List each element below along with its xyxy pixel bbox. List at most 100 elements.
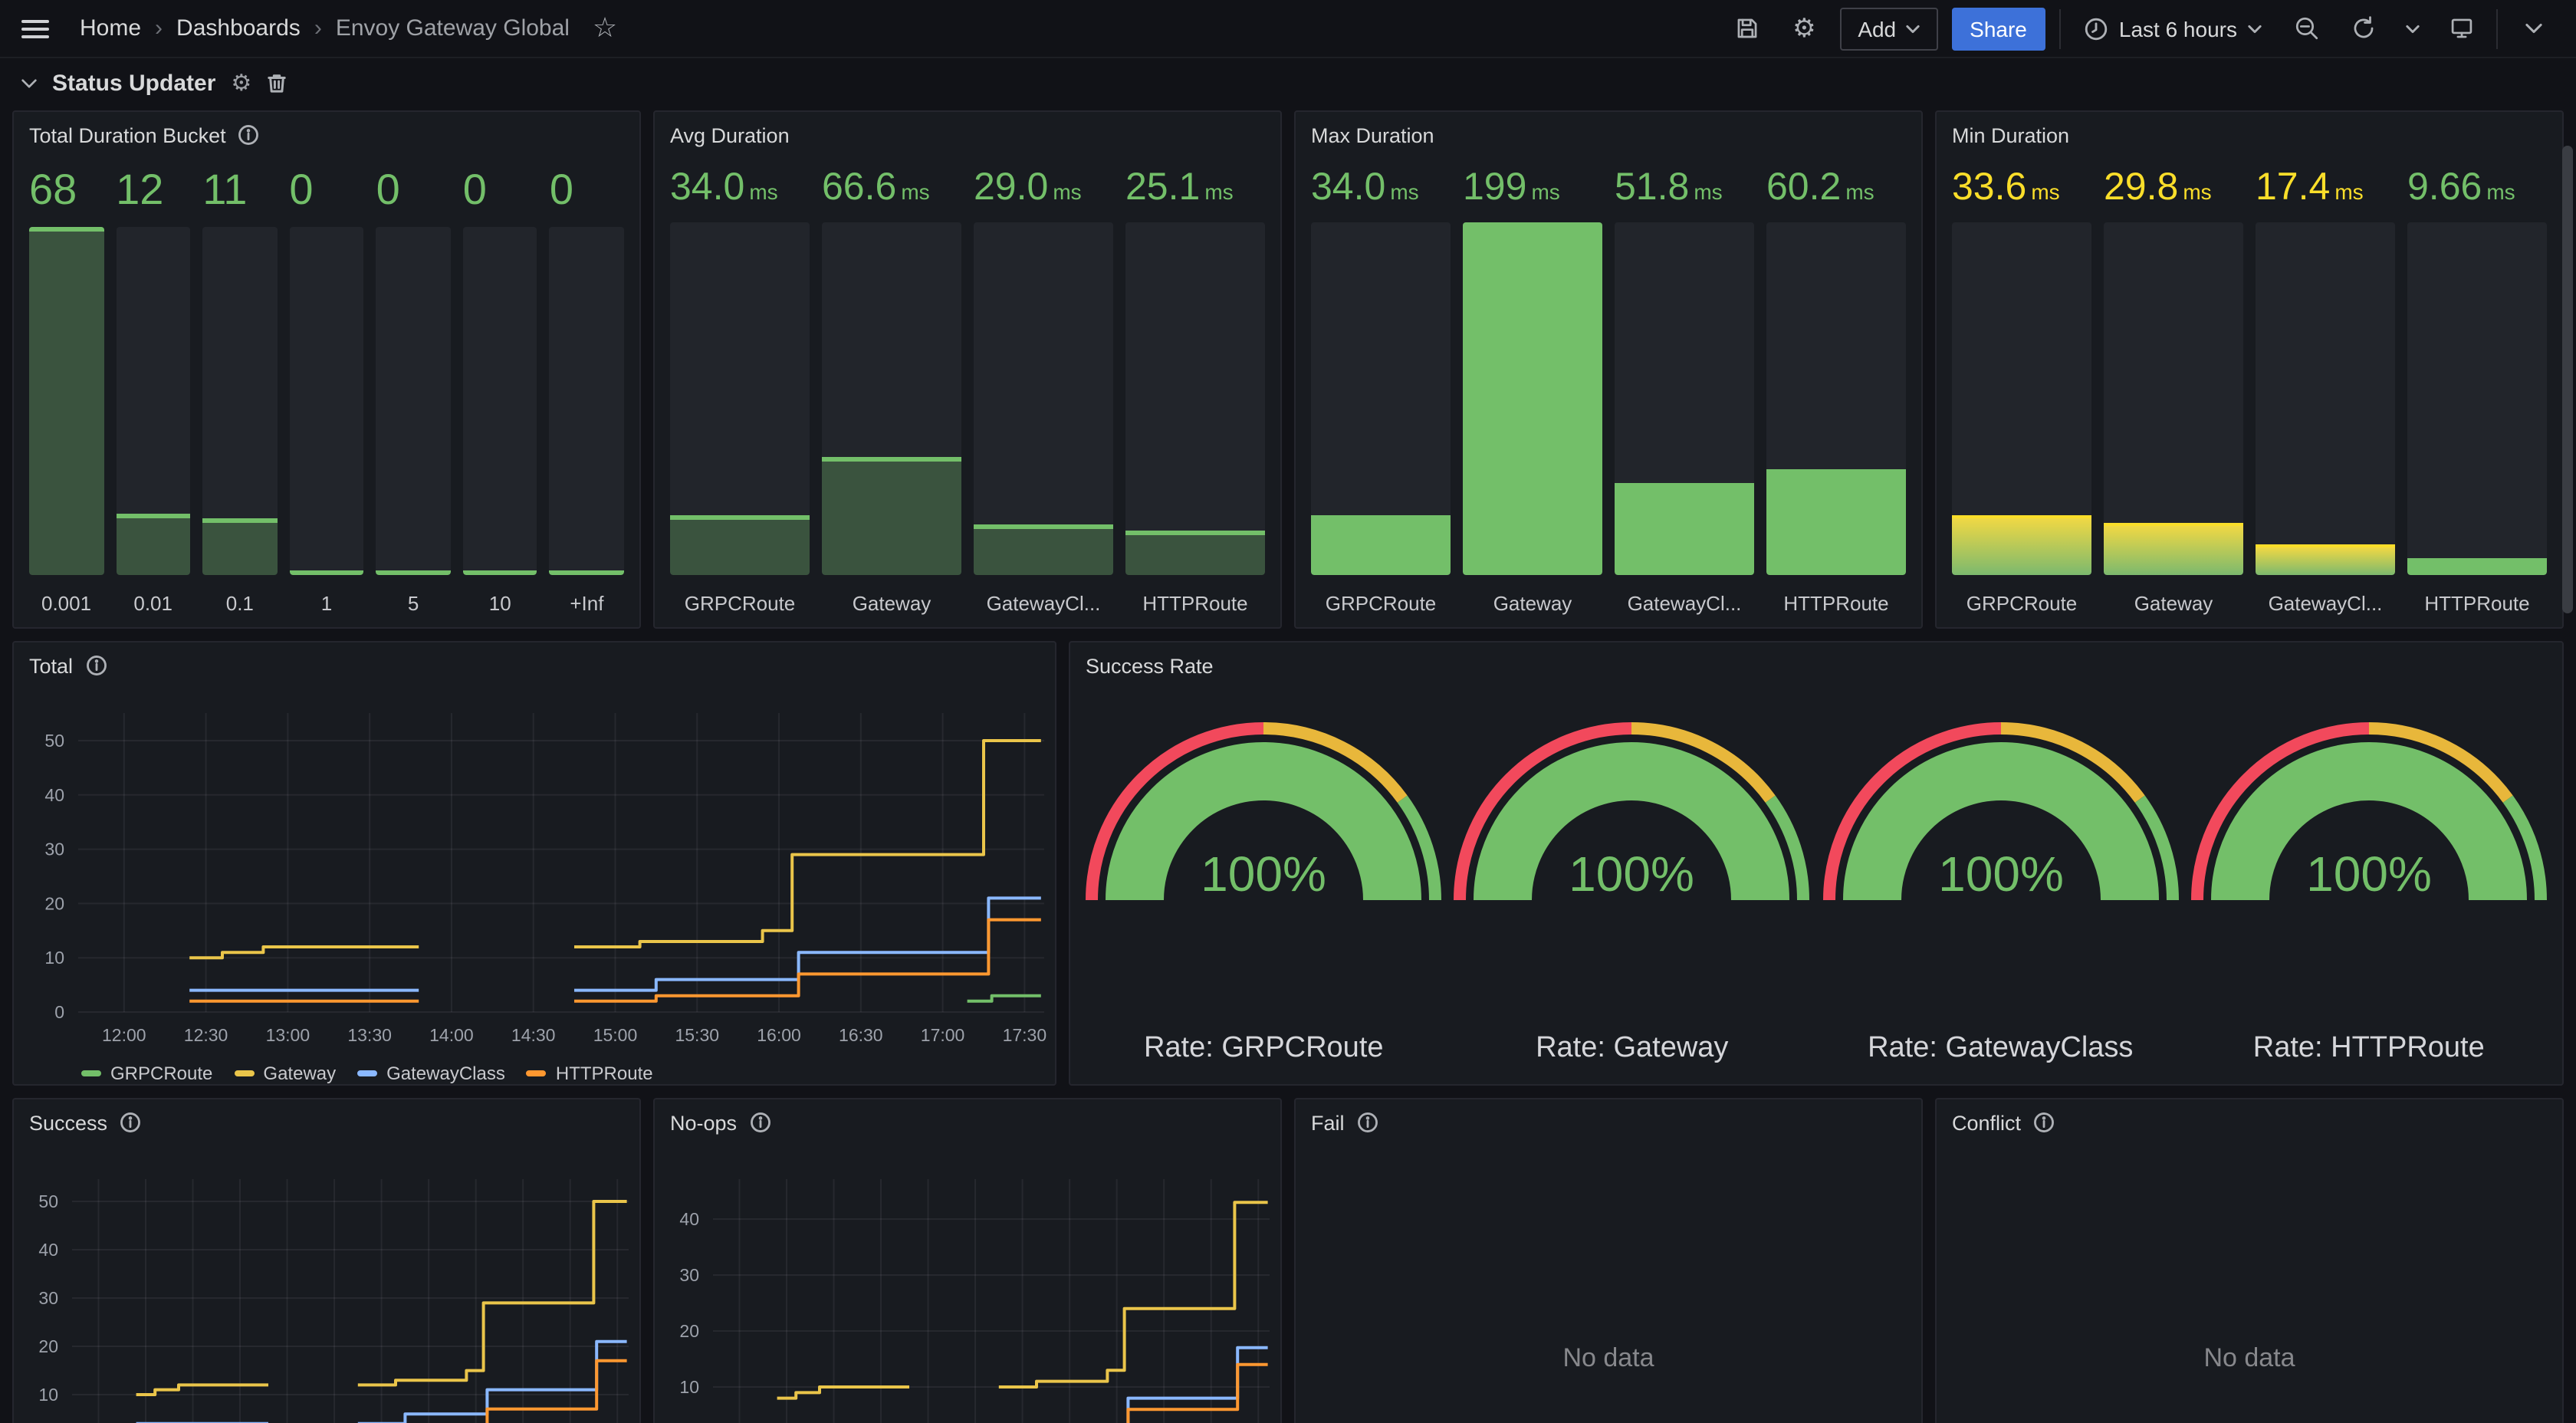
info-icon[interactable] bbox=[749, 1112, 770, 1133]
refresh-icon[interactable] bbox=[2341, 7, 2384, 50]
row-title[interactable]: Status Updater bbox=[52, 70, 215, 96]
gauge-arc: 100% bbox=[1816, 710, 2184, 912]
row-settings-icon[interactable]: ⚙ bbox=[231, 69, 251, 97]
legend-item[interactable]: Gateway bbox=[234, 1062, 336, 1083]
bar-fill bbox=[1311, 515, 1451, 576]
row-delete-icon[interactable] bbox=[267, 72, 287, 94]
bar-label: GatewayCl... bbox=[974, 575, 1113, 615]
legend-swatch-icon bbox=[81, 1070, 101, 1076]
svg-text:15:00: 15:00 bbox=[593, 1025, 638, 1045]
gauge: 100% Rate: Gateway bbox=[1448, 685, 1817, 1084]
bar-value: 9.66ms bbox=[2407, 167, 2547, 208]
bar-fill bbox=[202, 519, 277, 575]
info-icon[interactable] bbox=[120, 1112, 141, 1133]
bar-fill bbox=[2256, 544, 2395, 575]
bar-fill bbox=[670, 515, 810, 576]
bar-label: 10 bbox=[463, 575, 537, 615]
svg-text:13:30: 13:30 bbox=[347, 1025, 392, 1045]
save-icon[interactable] bbox=[1726, 7, 1769, 50]
bar-column: 66.6ms Gateway bbox=[822, 161, 961, 615]
bar-track bbox=[1463, 223, 1602, 576]
breadcrumb-dashboards[interactable]: Dashboards bbox=[176, 15, 301, 41]
bar-column: 17.4ms GatewayCl... bbox=[2256, 161, 2395, 615]
no-data-message: No data bbox=[1296, 1099, 1921, 1423]
gauge-label: Rate: Gateway bbox=[1536, 1032, 1728, 1066]
panel-title[interactable]: Success Rate bbox=[1086, 654, 1214, 677]
bar-column: 11 0.1 bbox=[202, 161, 277, 615]
vertical-scrollbar-thumb[interactable] bbox=[2562, 146, 2573, 613]
legend-swatch-icon bbox=[234, 1070, 254, 1076]
add-button[interactable]: Add bbox=[1839, 7, 1937, 50]
panel-title[interactable]: Avg Duration bbox=[670, 123, 790, 146]
panel-max-duration: Max Duration 34.0ms GRPCRoute 199ms Gate… bbox=[1294, 110, 1923, 629]
bar-value: 66.6ms bbox=[822, 167, 961, 208]
svg-text:12:30: 12:30 bbox=[184, 1025, 228, 1045]
bar-fill bbox=[974, 524, 1113, 575]
bar-value: 29.0ms bbox=[974, 167, 1113, 208]
info-icon[interactable] bbox=[85, 655, 107, 676]
bar-track bbox=[1311, 223, 1451, 576]
bar-label: GatewayCl... bbox=[2256, 575, 2395, 615]
share-button[interactable]: Share bbox=[1951, 7, 2045, 50]
chart-svg: 01020304050 bbox=[14, 1142, 639, 1423]
svg-text:30: 30 bbox=[38, 1288, 58, 1308]
bar-column: 68 0.001 bbox=[29, 161, 104, 615]
bar-value: 0 bbox=[550, 167, 624, 212]
no-data-message: No data bbox=[1937, 1099, 2562, 1423]
panel-title[interactable]: Total bbox=[29, 654, 73, 677]
menu-icon[interactable] bbox=[21, 19, 49, 38]
bar-fill bbox=[1125, 531, 1265, 575]
dashboard-grid: Total Duration Bucket 68 0.001 12 0.01 1… bbox=[0, 104, 2576, 1423]
svg-text:40: 40 bbox=[679, 1209, 699, 1229]
legend-item[interactable]: GRPCRoute bbox=[81, 1062, 212, 1083]
bar-fill bbox=[29, 228, 104, 575]
panel-title[interactable]: Min Duration bbox=[1952, 123, 2069, 146]
panel-title[interactable]: Total Duration Bucket bbox=[29, 123, 226, 146]
divider bbox=[2496, 8, 2498, 48]
refresh-interval-caret-icon[interactable] bbox=[2398, 7, 2426, 50]
legend-item[interactable]: HTTPRoute bbox=[527, 1062, 653, 1083]
bar-value: 199ms bbox=[1463, 167, 1602, 208]
svg-text:50: 50 bbox=[44, 731, 64, 751]
grafana-dashboard: Home › Dashboards › Envoy Gateway Global… bbox=[0, 0, 2576, 1423]
star-icon[interactable]: ☆ bbox=[583, 7, 626, 50]
time-range-picker[interactable]: Last 6 hours bbox=[2075, 7, 2271, 50]
panel-total-duration-bucket: Total Duration Bucket 68 0.001 12 0.01 1… bbox=[12, 110, 641, 629]
bar-track bbox=[822, 223, 961, 576]
bar-label: 1 bbox=[289, 575, 363, 615]
legend-item[interactable]: GatewayClass bbox=[357, 1062, 505, 1083]
timeseries-chart: 010203040 bbox=[655, 1142, 1280, 1423]
kiosk-mode-icon[interactable] bbox=[2440, 7, 2482, 50]
svg-text:14:00: 14:00 bbox=[429, 1025, 474, 1045]
bar-value: 11 bbox=[202, 167, 277, 212]
bar-column: 0 +Inf bbox=[550, 161, 624, 615]
bar-column: 29.0ms GatewayCl... bbox=[974, 161, 1113, 615]
bar-value: 33.6ms bbox=[1952, 167, 2091, 208]
bar-track bbox=[2407, 223, 2547, 576]
bar-label: GRPCRoute bbox=[1311, 575, 1451, 615]
gauge: 100% Rate: GatewayClass bbox=[1816, 685, 2185, 1084]
bar-label: Gateway bbox=[1463, 575, 1602, 615]
bar-value: 0 bbox=[289, 167, 363, 212]
divider bbox=[2059, 8, 2061, 48]
bar-value: 25.1ms bbox=[1125, 167, 1265, 208]
collapse-toolbar-icon[interactable] bbox=[2512, 7, 2555, 50]
svg-text:13:00: 13:00 bbox=[266, 1025, 310, 1045]
bar-label: GRPCRoute bbox=[1952, 575, 2091, 615]
bar-column: 9.66ms HTTPRoute bbox=[2407, 161, 2547, 615]
panel-title[interactable]: No-ops bbox=[670, 1111, 737, 1134]
bar-track bbox=[1766, 223, 1906, 576]
panel-title[interactable]: Max Duration bbox=[1311, 123, 1434, 146]
bar-value: 34.0ms bbox=[1311, 167, 1451, 208]
gauge-value: 100% bbox=[1937, 846, 2063, 902]
dashboard-settings-icon[interactable]: ⚙ bbox=[1783, 7, 1825, 50]
row-collapse-icon[interactable] bbox=[21, 77, 37, 88]
bar-label: 5 bbox=[376, 575, 451, 615]
zoom-out-icon[interactable] bbox=[2285, 7, 2328, 50]
svg-text:12:00: 12:00 bbox=[102, 1025, 146, 1045]
bar-track bbox=[550, 228, 624, 575]
bar-column: 33.6ms GRPCRoute bbox=[1952, 161, 2091, 615]
info-icon[interactable] bbox=[238, 124, 260, 146]
panel-title[interactable]: Success bbox=[29, 1111, 107, 1134]
breadcrumb-home[interactable]: Home bbox=[80, 15, 141, 41]
